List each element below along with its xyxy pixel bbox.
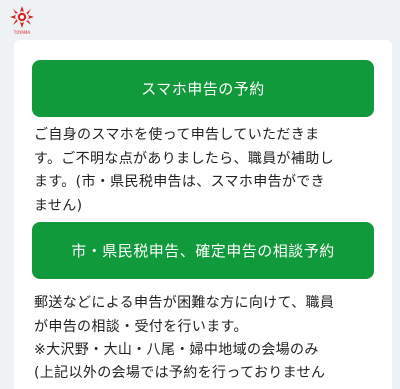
consultation-description: 郵送などによる申告が困難な方に向けて、職員 が申告の相談・受付を行います。 xyxy=(34,292,374,339)
logo-text: TOYAMA xyxy=(13,30,31,35)
description-line: が申告の相談・受付を行います。 xyxy=(34,318,248,335)
description-line: 郵送などによる申告が困難な方に向けて、職員 xyxy=(34,295,335,311)
description-line: ご自身のスマホを使って申告していただきま xyxy=(34,127,320,143)
page: TOYAMA スマホ申告の予約 ご自身のスマホを使って申告していただきま す。ご… xyxy=(0,0,400,389)
smartphone-reservation-button[interactable]: スマホ申告の予約 xyxy=(32,60,374,117)
description-line: ます。(市・県民税申告は、スマホ申告ができ xyxy=(34,174,325,190)
description-line: す。ご不明な点がありましたら、職員が補助し xyxy=(34,150,334,167)
consultation-reservation-button[interactable]: 市・県民税申告、確定申告の相談予約 xyxy=(32,222,374,279)
venue-note-detail: (上記以外の会場では予約を行っておりません xyxy=(34,365,326,381)
toyama-emblem-icon xyxy=(10,6,34,28)
description-line: ません) xyxy=(34,197,83,214)
smartphone-description: ご自身のスマホを使って申告していただきま す。ご不明な点がありましたら、職員が補… xyxy=(34,124,374,218)
venue-note: ※大沢野・大山・八尾・婦中地域の会場のみ xyxy=(34,342,319,358)
toyama-city-logo[interactable]: TOYAMA xyxy=(8,5,36,37)
